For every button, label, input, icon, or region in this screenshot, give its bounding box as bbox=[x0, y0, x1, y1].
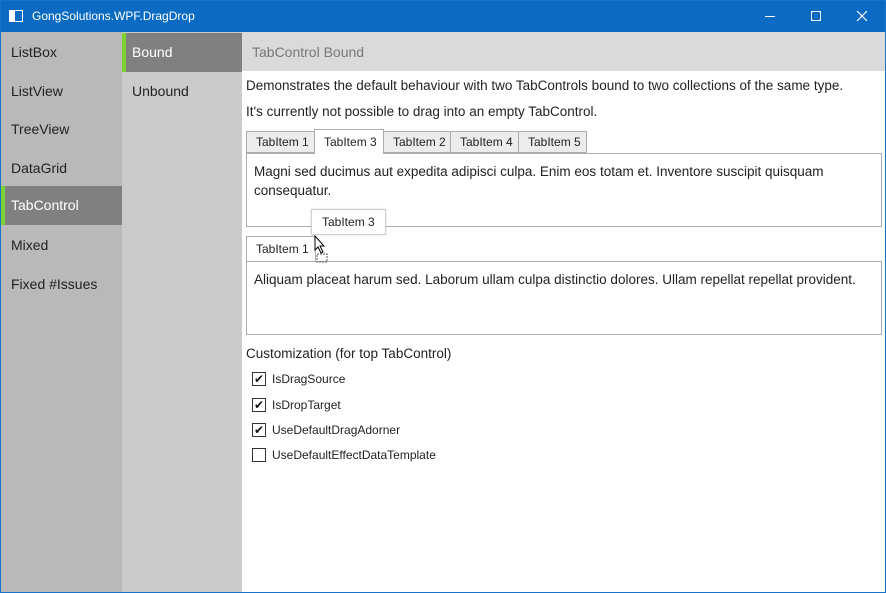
close-button[interactable] bbox=[839, 1, 885, 32]
top-tab-item-3[interactable]: TabItem 3 bbox=[314, 129, 384, 154]
content-area: TabControl Bound Demonstrates the defaul… bbox=[242, 32, 885, 592]
nav-item-unbound[interactable]: Unbound bbox=[122, 72, 242, 111]
check-icon: ✔ bbox=[254, 372, 265, 386]
close-icon bbox=[856, 10, 868, 22]
top-tab-content: Magni sed ducimus aut expedita adipisci … bbox=[254, 164, 824, 198]
content-header: TabControl Bound bbox=[242, 32, 885, 71]
maximize-icon bbox=[811, 11, 821, 21]
primary-nav: ListBox ListView TreeView DataGrid TabCo… bbox=[1, 32, 122, 592]
bottom-tab-strip: TabItem 1 bbox=[246, 236, 882, 261]
minimize-button[interactable] bbox=[747, 1, 793, 32]
nav-item-mixed[interactable]: Mixed bbox=[1, 226, 122, 265]
secondary-nav: Bound Unbound bbox=[122, 32, 242, 592]
drag-adorner: TabItem 3 bbox=[311, 209, 386, 235]
checkbox-label[interactable]: UseDefaultDragAdorner bbox=[272, 423, 400, 437]
maximize-button[interactable] bbox=[793, 1, 839, 32]
top-tab-item-1[interactable]: TabItem 1 bbox=[246, 131, 315, 153]
top-tab-item-5[interactable]: TabItem 5 bbox=[518, 131, 587, 153]
checkbox-label[interactable]: UseDefaultEffectDataTemplate bbox=[272, 448, 436, 462]
bottom-tab-panel: Aliquam placeat harum sed. Laborum ullam… bbox=[246, 261, 882, 335]
minimize-icon bbox=[765, 16, 775, 17]
window-title: GongSolutions.WPF.DragDrop bbox=[32, 9, 195, 23]
page-title: TabControl Bound bbox=[252, 44, 365, 60]
app-window-icon bbox=[9, 10, 23, 22]
app-window: GongSolutions.WPF.DragDrop ListBox ListV… bbox=[0, 0, 886, 593]
check-icon: ✔ bbox=[254, 423, 265, 437]
nav-item-listbox[interactable]: ListBox bbox=[1, 33, 122, 72]
checkbox-label[interactable]: IsDragSource bbox=[272, 372, 345, 386]
bottom-tab-content: Aliquam placeat harum sed. Laborum ullam… bbox=[254, 272, 856, 287]
nav-item-treeview[interactable]: TreeView bbox=[1, 110, 122, 149]
checkbox-box[interactable]: ✔ bbox=[252, 423, 266, 437]
top-tab-item-2[interactable]: TabItem 2 bbox=[383, 131, 451, 153]
nav-item-fixed-issues[interactable]: Fixed #Issues bbox=[1, 265, 122, 304]
top-tab-item-4[interactable]: TabItem 4 bbox=[450, 131, 519, 153]
bottom-tab-item-1[interactable]: TabItem 1 bbox=[246, 236, 316, 261]
checkbox-label[interactable]: IsDropTarget bbox=[272, 398, 341, 412]
checkbox-box[interactable] bbox=[252, 448, 266, 462]
top-tab-strip: TabItem 1 TabItem 3 TabItem 2 TabItem 4 … bbox=[246, 129, 882, 154]
drag-cursor-icon bbox=[314, 235, 328, 263]
checkbox-box[interactable]: ✔ bbox=[252, 398, 266, 412]
nav-item-listview[interactable]: ListView bbox=[1, 72, 122, 111]
description-text: Demonstrates the default behaviour with … bbox=[246, 78, 844, 93]
checkbox-box[interactable]: ✔ bbox=[252, 372, 266, 386]
note-text: It's currently not possible to drag into… bbox=[246, 104, 598, 119]
check-icon: ✔ bbox=[254, 398, 265, 412]
nav-item-bound[interactable]: Bound bbox=[122, 33, 242, 72]
customization-title: Customization (for top TabControl) bbox=[246, 346, 452, 361]
nav-item-tabcontrol[interactable]: TabControl bbox=[1, 186, 122, 225]
nav-item-datagrid[interactable]: DataGrid bbox=[1, 149, 122, 188]
title-bar[interactable]: GongSolutions.WPF.DragDrop bbox=[1, 1, 885, 32]
